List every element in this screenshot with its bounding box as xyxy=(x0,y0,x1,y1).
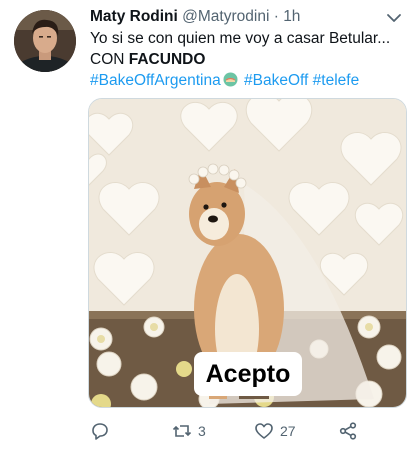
tweet-line-2: CON FACUNDO xyxy=(90,49,408,70)
tweet-line-2-prefix: CON xyxy=(90,51,129,68)
tweet-line-1: Yo si se con quien me voy a casar Betula… xyxy=(90,30,391,47)
tweet-actions: 3 27 xyxy=(88,418,408,444)
separator: · xyxy=(273,8,279,25)
hashtag-bakeoffargentina[interactable]: #BakeOffArgentina xyxy=(90,72,221,89)
hashtag-telefe[interactable]: #telefe xyxy=(313,72,360,89)
tweet[interactable]: Maty Rodini @Matyrodini · 1h Yo si se co… xyxy=(0,0,420,456)
tweet-image[interactable]: Acepto xyxy=(88,98,407,408)
avatar[interactable] xyxy=(14,10,76,72)
retweet-button[interactable]: 3 xyxy=(172,418,206,444)
cake-icon xyxy=(223,72,238,87)
heart-icon xyxy=(255,423,273,439)
like-count: 27 xyxy=(280,423,296,439)
tweet-hashtags: #BakeOffArgentina #BakeOff #telefe xyxy=(90,70,408,91)
tweet-bold-name: FACUNDO xyxy=(128,51,206,68)
retweet-icon xyxy=(172,425,192,437)
hashtag-bakeoff[interactable]: #BakeOff xyxy=(244,72,308,89)
author-handle[interactable]: @Matyrodini xyxy=(182,8,269,25)
reply-button[interactable] xyxy=(90,418,110,444)
like-button[interactable]: 27 xyxy=(254,418,296,444)
author-name[interactable]: Maty Rodini xyxy=(90,8,178,25)
tweet-header: Maty Rodini @Matyrodini · 1h xyxy=(90,7,300,27)
share-button[interactable] xyxy=(338,418,358,444)
more-icon[interactable] xyxy=(384,10,404,26)
share-icon xyxy=(339,422,357,440)
tweet-time[interactable]: 1h xyxy=(283,8,300,25)
tweet-text: Yo si se con quien me voy a casar Betula… xyxy=(90,28,408,91)
retweet-count: 3 xyxy=(198,423,206,439)
image-caption: Acepto xyxy=(194,352,302,396)
reply-icon xyxy=(92,423,108,440)
